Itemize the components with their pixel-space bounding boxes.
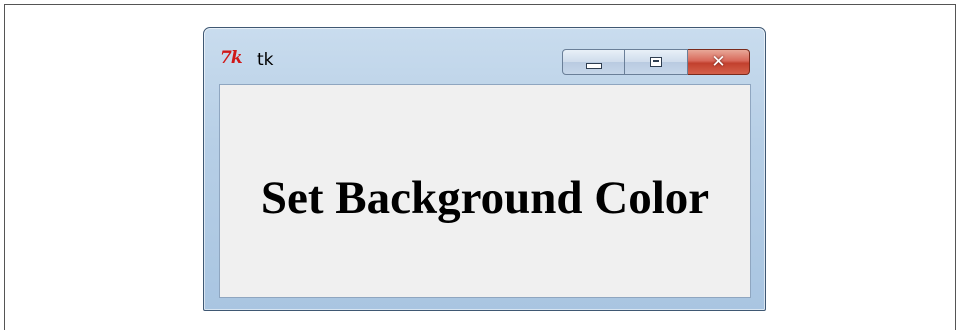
minimize-button[interactable] <box>562 49 625 75</box>
tk-window: 7k tk ✕ Set Background Color <box>203 27 766 311</box>
window-title: tk <box>257 50 274 70</box>
title-bar[interactable]: 7k tk ✕ <box>204 28 765 80</box>
tk-logo-icon: 7k <box>220 48 243 68</box>
minimize-icon <box>585 63 602 69</box>
close-icon: ✕ <box>711 51 726 72</box>
window-controls: ✕ <box>562 49 750 75</box>
background-color-label: Set Background Color <box>260 172 710 224</box>
maximize-icon <box>650 57 662 67</box>
close-button[interactable]: ✕ <box>688 49 750 75</box>
maximize-button[interactable] <box>625 49 688 75</box>
client-area: Set Background Color <box>219 84 751 298</box>
